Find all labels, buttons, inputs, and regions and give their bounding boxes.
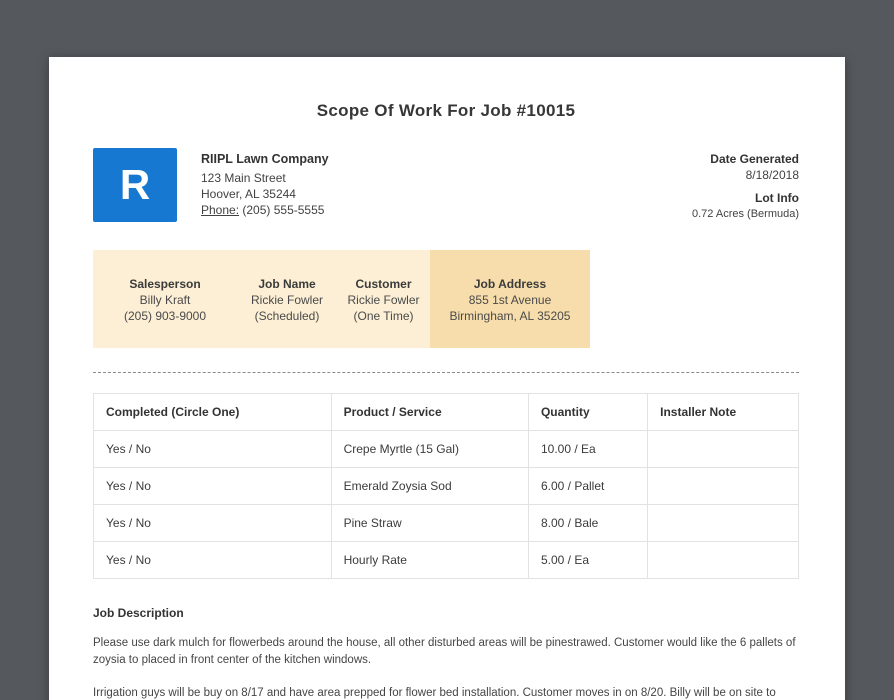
header-installer-note: Installer Note (647, 393, 799, 431)
table-row: Yes / No Pine Straw 8.00 / Bale (93, 504, 799, 542)
document-page: Scope Of Work For Job #10015 R RIIPL Law… (49, 57, 845, 700)
job-summary-banner: Salesperson Billy Kraft (205) 903-9000 J… (93, 250, 590, 348)
job-address-label: Job Address (473, 277, 547, 291)
lot-info-value: 0.72 Acres (Bermuda) (692, 208, 799, 220)
table-row: Yes / No Hourly Rate 5.00 / Ea (93, 541, 799, 579)
phone-value: (205) 555-5555 (239, 203, 325, 217)
summary-col-salesperson: Salesperson Billy Kraft (205) 903-9000 (93, 250, 237, 348)
document-header: R RIIPL Lawn Company 123 Main Street Hoo… (93, 148, 799, 222)
salesperson-label: Salesperson (129, 277, 201, 291)
company-address-line2: Hoover, AL 35244 (201, 187, 296, 201)
cell-product: Pine Straw (330, 504, 529, 542)
cell-installer-note (647, 504, 799, 542)
cell-completed: Yes / No (93, 467, 332, 505)
company-logo-letter: R (119, 161, 151, 208)
header-completed: Completed (Circle One) (93, 393, 332, 431)
phone-label: Phone: (201, 203, 240, 217)
customer-type: (One Time) (353, 309, 414, 323)
date-generated-value: 8/18/2018 (745, 168, 799, 182)
salesperson-name: Billy Kraft (139, 293, 191, 307)
job-description-paragraph-2: Irrigation guys will be buy on 8/17 and … (93, 686, 776, 699)
date-generated-label: Date Generated (710, 152, 799, 166)
cell-installer-note (647, 430, 799, 468)
company-info: RIIPL Lawn Company 123 Main Street Hoove… (201, 148, 329, 218)
work-items-table: Completed (Circle One) Product / Service… (93, 393, 799, 579)
cell-installer-note (647, 541, 799, 579)
company-phone: Phone: (205) 555-5555 (201, 202, 329, 218)
cell-completed: Yes / No (93, 541, 332, 579)
cell-quantity: 5.00 / Ea (527, 541, 649, 579)
company-name: RIIPL Lawn Company (201, 152, 329, 166)
cell-installer-note (647, 467, 799, 505)
cell-quantity: 6.00 / Pallet (527, 467, 649, 505)
job-name-value: Rickie Fowler (250, 293, 323, 307)
header-quantity: Quantity (527, 393, 649, 431)
lot-info-label: Lot Info (755, 191, 799, 205)
job-description-paragraph-1: Please use dark mulch for flowerbeds aro… (93, 637, 796, 667)
cell-completed: Yes / No (93, 430, 332, 468)
job-name-label: Job Name (258, 277, 316, 291)
page-title: Scope Of Work For Job #10015 (316, 101, 576, 120)
dashed-divider (93, 372, 799, 373)
cell-product: Hourly Rate (330, 541, 529, 579)
cell-completed: Yes / No (93, 504, 332, 542)
cell-product: Emerald Zoysia Sod (330, 467, 529, 505)
cell-quantity: 10.00 / Ea (527, 430, 649, 468)
table-row: Yes / No Crepe Myrtle (15 Gal) 10.00 / E… (93, 430, 799, 468)
customer-name: Rickie Fowler (347, 293, 420, 307)
summary-col-job-name: Job Name Rickie Fowler (Scheduled) (237, 250, 337, 348)
job-address-line1: 855 1st Avenue (468, 293, 552, 307)
company-logo: R (93, 148, 177, 222)
summary-col-customer: Customer Rickie Fowler (One Time) (337, 250, 430, 348)
job-name-status: (Scheduled) (254, 309, 320, 323)
customer-label: Customer (355, 277, 412, 291)
job-address-line2: Birmingham, AL 35205 (449, 309, 571, 323)
document-meta: Date Generated 8/18/2018 Lot Info 0.72 A… (692, 148, 799, 222)
header-product-service: Product / Service (330, 393, 529, 431)
cell-product: Crepe Myrtle (15 Gal) (330, 430, 529, 468)
table-header-row: Completed (Circle One) Product / Service… (93, 393, 799, 431)
salesperson-phone: (205) 903-9000 (123, 309, 207, 323)
table-row: Yes / No Emerald Zoysia Sod 6.00 / Palle… (93, 467, 799, 505)
company-address-line1: 123 Main Street (201, 171, 286, 185)
job-description-heading: Job Description (93, 606, 184, 620)
cell-quantity: 8.00 / Bale (527, 504, 649, 542)
summary-col-job-address: Job Address 855 1st Avenue Birmingham, A… (430, 250, 590, 348)
